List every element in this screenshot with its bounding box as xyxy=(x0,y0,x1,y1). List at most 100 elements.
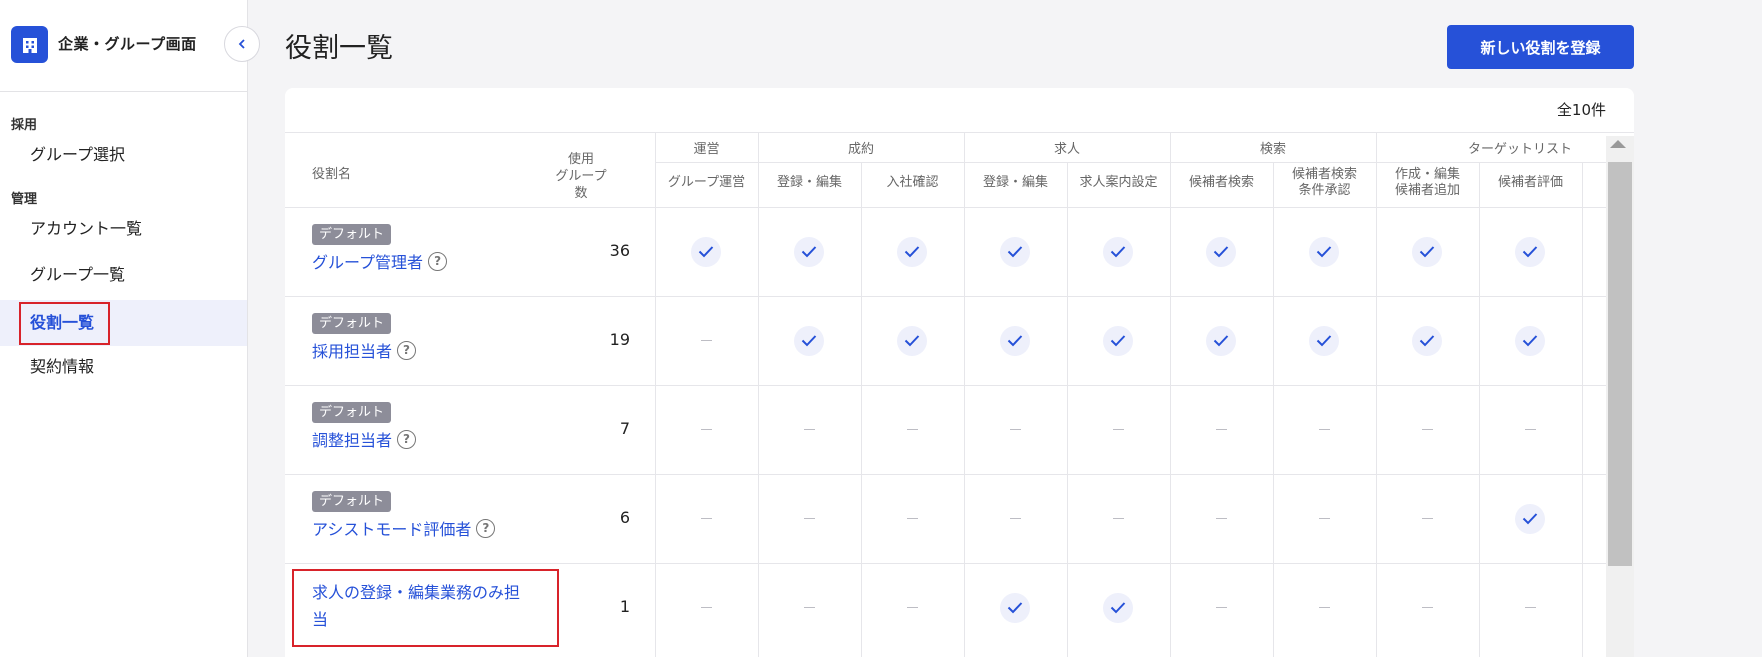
column-header-used-groups-line2: グループ数 xyxy=(555,169,607,201)
role-name[interactable]: 採用担当者 xyxy=(312,338,392,362)
role-name[interactable]: グループ管理者 xyxy=(312,249,423,273)
permission-granted xyxy=(1170,207,1272,296)
role-name-link[interactable]: アシストモード評価者? xyxy=(312,516,496,540)
permission-none xyxy=(1273,385,1375,474)
dash-icon xyxy=(700,607,712,608)
check-icon xyxy=(1515,236,1545,267)
sub-header-line: 作成・編集 xyxy=(1394,167,1460,182)
table-row[interactable]: デフォルト 調整担当者? 7 xyxy=(285,385,1634,474)
check-icon xyxy=(1206,236,1236,267)
dash-icon xyxy=(1009,518,1021,519)
sub-header: 候補者評価 xyxy=(1479,175,1582,191)
permission-none xyxy=(655,474,757,563)
table-row[interactable]: デフォルトアシストモード評価者? 6 xyxy=(285,474,1634,563)
permission-granted xyxy=(1273,207,1375,296)
group-header: ターゲットリスト xyxy=(1467,142,1572,157)
role-name-link[interactable]: グループ管理者? xyxy=(312,249,448,273)
role-name-link[interactable]: 採用担当者? xyxy=(312,338,417,362)
group-header: 検索 xyxy=(1259,142,1286,157)
dash-icon xyxy=(1112,518,1124,519)
dash-icon xyxy=(906,607,918,608)
permission-granted xyxy=(1067,207,1169,296)
used-group-count: 6 xyxy=(619,508,630,527)
permission-none xyxy=(1376,563,1478,652)
sidebar-item-group-list[interactable]: グループ一覧 xyxy=(0,252,247,298)
help-icon[interactable]: ? xyxy=(476,518,496,538)
sidebar-item-contract-info[interactable]: 契約情報 xyxy=(0,344,247,390)
collapse-sidebar-button[interactable] xyxy=(224,26,260,62)
permission-none xyxy=(1170,563,1272,652)
role-name[interactable]: 調整担当者 xyxy=(312,427,392,451)
permission-none xyxy=(655,563,757,652)
sidebar-item-group-select[interactable]: グループ選択 xyxy=(0,132,247,178)
sub-header: 入社確認 xyxy=(861,175,964,191)
page-title: 役割一覧 xyxy=(285,33,393,64)
check-icon xyxy=(1000,325,1030,356)
check-icon xyxy=(1309,236,1339,267)
default-badge: デフォルト xyxy=(312,491,392,512)
permission-granted xyxy=(655,207,757,296)
role-name-link[interactable]: 調整担当者? xyxy=(312,427,417,451)
check-icon xyxy=(794,236,824,267)
permission-none xyxy=(758,563,860,652)
role-name[interactable]: アシストモード評価者 xyxy=(312,516,471,540)
sub-header-line: グループ運営 xyxy=(667,175,746,190)
new-role-button[interactable]: 新しい役割を登録 xyxy=(1447,25,1634,69)
permission-none xyxy=(758,385,860,474)
check-icon xyxy=(1103,236,1133,267)
permission-none xyxy=(1170,474,1272,563)
section-label-manage: 管理 xyxy=(11,192,38,207)
highlight-box-active-item xyxy=(19,302,110,345)
help-icon[interactable]: ? xyxy=(428,251,448,271)
dash-icon xyxy=(1524,429,1536,430)
permission-granted xyxy=(1376,207,1478,296)
sidebar-item-account-list[interactable]: アカウント一覧 xyxy=(0,206,247,252)
sidebar-title: 企業・グループ画面 xyxy=(58,35,197,53)
check-icon xyxy=(1412,325,1442,356)
dash-icon xyxy=(700,429,712,430)
sub-header: グループ運営 xyxy=(655,175,758,191)
default-badge: デフォルト xyxy=(312,313,392,334)
dash-icon xyxy=(906,518,918,519)
dash-icon xyxy=(700,340,712,341)
check-icon xyxy=(1000,236,1030,267)
chevron-left-icon xyxy=(236,35,248,54)
scroll-up-arrow-icon[interactable] xyxy=(1610,140,1626,148)
scrollbar-thumb[interactable] xyxy=(1608,162,1632,566)
sub-header-line: 求人案内設定 xyxy=(1079,175,1158,190)
permission-granted xyxy=(1479,296,1581,385)
permission-granted xyxy=(964,207,1066,296)
dash-icon xyxy=(1524,607,1536,608)
sub-header: 候補者検索 条件承認 xyxy=(1273,167,1376,199)
highlight-box-custom-role xyxy=(292,569,559,647)
used-group-count: 19 xyxy=(609,330,630,349)
permission-granted xyxy=(1067,563,1169,652)
check-icon xyxy=(1103,592,1133,623)
dash-icon xyxy=(1009,429,1021,430)
dash-icon xyxy=(1215,518,1227,519)
section-label-recruit: 採用 xyxy=(11,118,38,133)
dash-icon xyxy=(803,429,815,430)
table-row[interactable]: デフォルト グループ管理者? 36 xyxy=(285,207,1634,296)
dash-icon xyxy=(1421,518,1433,519)
group-header: 求人 xyxy=(1053,142,1080,157)
check-icon xyxy=(1515,325,1545,356)
building-icon xyxy=(11,26,48,63)
sub-header-line: 候補者検索 xyxy=(1291,167,1357,182)
permission-granted xyxy=(1479,474,1581,563)
permission-none xyxy=(1376,474,1478,563)
permission-none xyxy=(758,474,860,563)
dash-icon xyxy=(1421,607,1433,608)
permission-granted xyxy=(1479,207,1581,296)
header-divider xyxy=(655,162,1634,163)
sub-header-line: 候補者検索 xyxy=(1188,175,1254,190)
table-row[interactable]: デフォルト採用担当者? 19 xyxy=(285,296,1634,385)
help-icon[interactable]: ? xyxy=(397,340,417,360)
check-icon xyxy=(1000,592,1030,623)
check-icon xyxy=(691,236,721,267)
permission-granted xyxy=(861,207,963,296)
sub-header-line: 候補者追加 xyxy=(1394,183,1460,198)
used-group-count: 1 xyxy=(619,597,630,616)
help-icon[interactable]: ? xyxy=(397,429,417,449)
permission-granted xyxy=(964,563,1066,652)
